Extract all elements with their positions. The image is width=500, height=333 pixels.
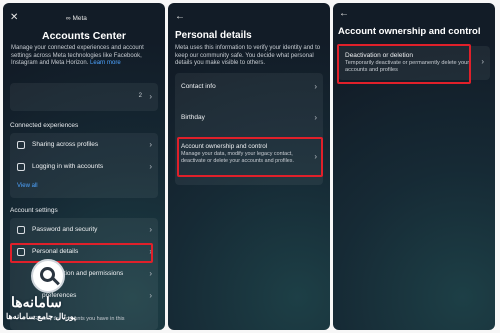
row-label: Birthday bbox=[181, 114, 205, 121]
sharing-across-profiles-row[interactable]: Sharing across profiles › bbox=[10, 135, 158, 157]
highlight-box-deactivation bbox=[337, 44, 471, 84]
close-icon[interactable]: ✕ bbox=[10, 12, 18, 23]
highlight-box-account-ownership bbox=[177, 137, 323, 177]
view-all-link[interactable]: View all bbox=[17, 183, 38, 189]
chevron-right-icon: › bbox=[481, 57, 484, 66]
connected-experiences-card: Sharing across profiles › Logging in wit… bbox=[10, 133, 158, 198]
account-settings-heading: Account settings bbox=[10, 207, 58, 214]
account-ownership-panel: ← Account ownership and control Deactiva… bbox=[333, 3, 495, 330]
profiles-icon bbox=[17, 141, 25, 149]
profiles-card[interactable]: 2 › bbox=[10, 83, 158, 111]
contact-info-row[interactable]: Contact info › bbox=[175, 77, 323, 99]
back-arrow-icon[interactable]: ← bbox=[175, 11, 185, 22]
logging-in-row[interactable]: Logging in with accounts › bbox=[10, 157, 158, 179]
watermark-logo: سامانه‌ها پورتال جامع سامانه‌ها bbox=[3, 256, 113, 330]
row-label: Logging in with accounts bbox=[32, 163, 104, 170]
chevron-right-icon: › bbox=[149, 291, 152, 300]
row-label: Sharing across profiles bbox=[32, 141, 99, 148]
watermark-subtext: پورتال جامع سامانه‌ها bbox=[6, 312, 77, 321]
watermark-magnifier-icon bbox=[31, 259, 65, 293]
page-title: Accounts Center bbox=[41, 30, 126, 42]
birthday-row[interactable]: Birthday › bbox=[175, 108, 323, 130]
row-label: Contact info bbox=[181, 83, 216, 90]
page-title: Account ownership and control bbox=[338, 26, 481, 37]
page-description: Manage your connected experiences and ac… bbox=[11, 45, 159, 68]
chevron-right-icon: › bbox=[149, 269, 152, 278]
chevron-right-icon: › bbox=[149, 225, 152, 234]
chevron-right-icon: › bbox=[314, 113, 317, 122]
chevron-right-icon: › bbox=[149, 140, 152, 149]
chevron-right-icon: › bbox=[149, 92, 152, 101]
login-icon bbox=[17, 163, 25, 171]
chevron-right-icon: › bbox=[149, 162, 152, 171]
connected-experiences-heading: Connected experiences bbox=[10, 122, 79, 129]
meta-logo: ∞ Meta bbox=[66, 15, 87, 22]
description-text: Manage your connected experiences and ac… bbox=[11, 45, 144, 66]
back-arrow-icon[interactable]: ← bbox=[339, 8, 349, 19]
watermark-text: سامانه‌ها bbox=[11, 294, 62, 310]
row-label: Password and security bbox=[32, 226, 98, 233]
shield-icon bbox=[17, 226, 25, 234]
learn-more-link[interactable]: Learn more bbox=[90, 60, 121, 66]
page-title: Personal details bbox=[175, 30, 252, 41]
chevron-right-icon: › bbox=[314, 82, 317, 91]
profiles-count: 2 bbox=[138, 93, 142, 99]
password-security-row[interactable]: Password and security › bbox=[10, 220, 158, 242]
personal-details-panel: ← Personal details Meta uses this inform… bbox=[168, 3, 330, 330]
page-description: Meta uses this information to verify you… bbox=[175, 45, 321, 66]
